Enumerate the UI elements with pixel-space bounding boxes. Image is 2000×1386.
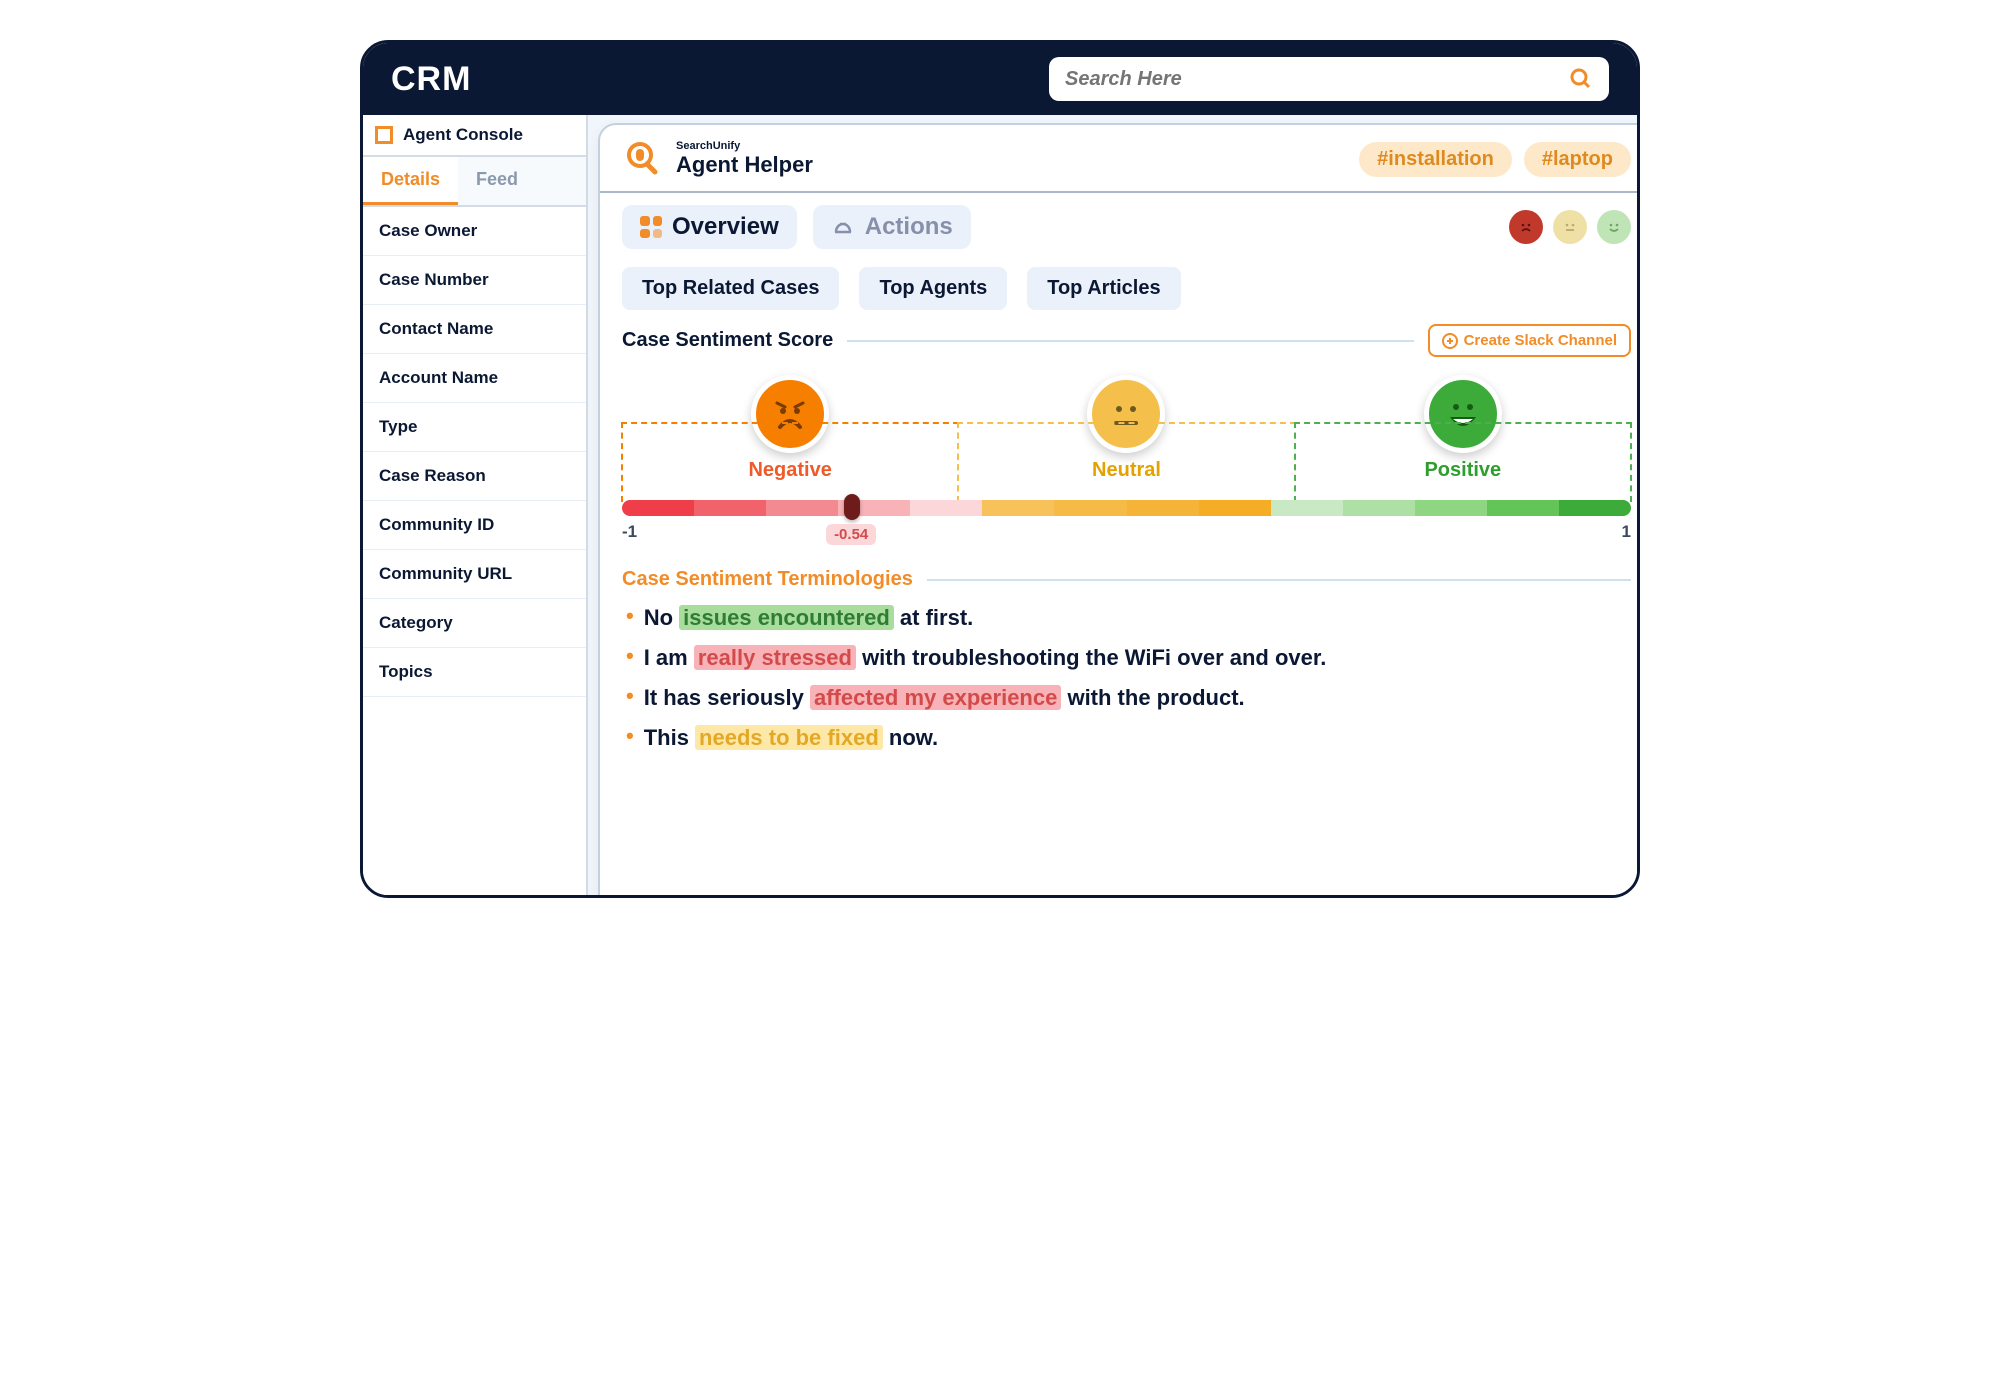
term-text: This needs to be fixed now. (644, 725, 938, 751)
bullet-icon: • (626, 685, 634, 707)
tag-laptop[interactable]: #laptop (1524, 142, 1631, 177)
field-community-url[interactable]: Community URL (363, 550, 586, 599)
divider (927, 579, 1631, 581)
zone-positive (1294, 422, 1632, 502)
tab-top-related-cases[interactable]: Top Related Cases (622, 267, 839, 310)
dot-neutral-icon (1553, 210, 1587, 244)
vendor-label: SearchUnify (676, 140, 813, 152)
helper-title: SearchUnify Agent Helper (676, 140, 813, 178)
highlight-yellow: needs to be fixed (695, 725, 883, 750)
range-max: 1 (1622, 522, 1631, 542)
range-min: -1 (622, 522, 637, 542)
tab-details[interactable]: Details (363, 157, 458, 205)
divider (847, 340, 1413, 342)
bullet-icon: • (626, 605, 634, 627)
create-slack-channel-button[interactable]: Create Slack Channel (1428, 324, 1631, 357)
body: Agent Console Details Feed Case OwnerCas… (363, 115, 1637, 895)
field-topics[interactable]: Topics (363, 648, 586, 697)
slack-label: Create Slack Channel (1464, 332, 1617, 349)
field-contact-name[interactable]: Contact Name (363, 305, 586, 354)
tags: #installation #laptop (1359, 142, 1631, 177)
mode-actions[interactable]: Actions (813, 205, 971, 249)
dot-negative-icon (1509, 210, 1543, 244)
field-list: Case OwnerCase NumberContact NameAccount… (363, 207, 586, 697)
tab-top-agents[interactable]: Top Agents (859, 267, 1007, 310)
search-box[interactable] (1049, 57, 1609, 101)
helper-name: Agent Helper (676, 152, 813, 178)
sentiment-knob[interactable] (844, 494, 860, 520)
overview-icon (640, 216, 662, 238)
helper-head: SearchUnify Agent Helper #installation #… (600, 125, 1640, 193)
terminology-item: • It has seriously affected my experience… (626, 685, 1627, 711)
tab-feed[interactable]: Feed (458, 157, 536, 205)
terminology-item: • This needs to be fixed now. (626, 725, 1627, 751)
term-text: No issues encountered at first. (644, 605, 974, 631)
term-text: I am really stressed with troubleshootin… (644, 645, 1327, 671)
brand-label: CRM (391, 60, 471, 99)
field-account-name[interactable]: Account Name (363, 354, 586, 403)
field-case-reason[interactable]: Case Reason (363, 452, 586, 501)
sentiment-indicator-dots (1509, 210, 1631, 244)
app-window: CRM Agent Console Details Feed Case Owne… (360, 40, 1640, 898)
tab-top-articles[interactable]: Top Articles (1027, 267, 1180, 310)
sentiment-title: Case Sentiment Score (622, 329, 833, 352)
top-tabs: Top Related Cases Top Agents Top Article… (600, 261, 1640, 324)
mode-actions-label: Actions (865, 213, 953, 241)
searchunify-logo-icon (622, 139, 662, 179)
sentiment-value: -0.54 (826, 524, 876, 545)
plus-icon (1442, 333, 1458, 349)
field-case-number[interactable]: Case Number (363, 256, 586, 305)
sidebar-tabs: Details Feed (363, 157, 586, 207)
bullet-icon: • (626, 645, 634, 667)
actions-icon (831, 215, 855, 239)
mode-overview-label: Overview (672, 213, 779, 241)
search-icon[interactable] (1569, 67, 1593, 91)
sentiment-gauge: Negative Neutral (622, 375, 1631, 542)
console-label: Agent Console (403, 125, 523, 145)
terminology-item: • I am really stressed with troubleshooti… (626, 645, 1627, 671)
console-icon (375, 126, 393, 144)
sidebar: Agent Console Details Feed Case OwnerCas… (363, 115, 588, 895)
main-panel: SearchUnify Agent Helper #installation #… (588, 115, 1637, 895)
highlight-red: affected my experience (810, 685, 1061, 710)
field-category[interactable]: Category (363, 599, 586, 648)
highlight-red: really stressed (694, 645, 856, 670)
search-input[interactable] (1065, 68, 1569, 91)
terminologies-title: Case Sentiment Terminologies (622, 568, 913, 591)
zone-neutral (957, 422, 1295, 502)
terminologies-section: Case Sentiment Terminologies • No issues … (600, 568, 1640, 777)
mode-overview[interactable]: Overview (622, 205, 797, 249)
zone-negative (621, 422, 959, 502)
field-case-owner[interactable]: Case Owner (363, 207, 586, 256)
tag-installation[interactable]: #installation (1359, 142, 1512, 177)
field-community-id[interactable]: Community ID (363, 501, 586, 550)
helper-card: SearchUnify Agent Helper #installation #… (598, 123, 1640, 898)
highlight-green: issues encountered (679, 605, 894, 630)
bullet-icon: • (626, 725, 634, 747)
console-header[interactable]: Agent Console (363, 115, 586, 157)
search-wrap (501, 57, 1609, 101)
terminology-list: • No issues encountered at first. • I am re… (622, 591, 1631, 777)
sentiment-bar: -0.54 (622, 500, 1631, 516)
mode-row: Overview Actions (600, 193, 1640, 261)
term-text: It has seriously affected my experience … (644, 685, 1245, 711)
dot-positive-icon (1597, 210, 1631, 244)
sentiment-section: Case Sentiment Score Create Slack Channe… (600, 324, 1640, 542)
topbar: CRM (363, 43, 1637, 115)
field-type[interactable]: Type (363, 403, 586, 452)
terminology-item: • No issues encountered at first. (626, 605, 1627, 631)
